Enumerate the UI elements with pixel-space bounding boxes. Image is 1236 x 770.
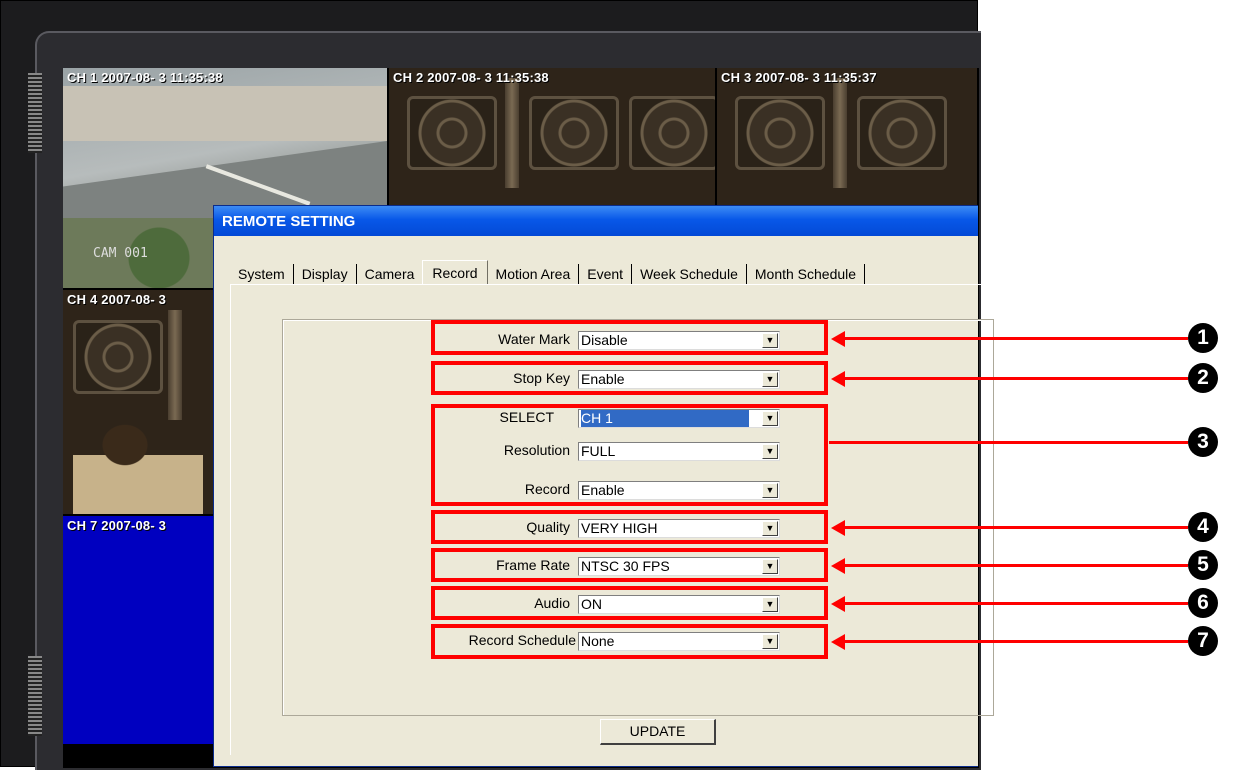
fan-image	[857, 96, 947, 170]
callout-arrow-line-5	[844, 564, 1188, 567]
highlight-box-2	[431, 361, 828, 395]
highlight-box-1	[431, 320, 828, 355]
dialog-title: REMOTE SETTING	[222, 213, 356, 230]
callout-arrow-line-6	[844, 602, 1188, 605]
highlight-box-7	[431, 624, 828, 659]
channel-osd: CH 7 2007-08- 3	[67, 518, 167, 533]
fan-image	[407, 96, 497, 170]
arrow-left-icon	[831, 596, 845, 612]
building-image	[63, 86, 387, 141]
callout-arrow-line-2	[844, 377, 1188, 380]
channel-osd: CH 2 2007-08- 3 11:35:38	[393, 70, 549, 85]
dialog-titlebar[interactable]: REMOTE SETTING	[214, 206, 978, 236]
frame-grip-bottom	[28, 656, 42, 736]
arrow-left-icon	[831, 520, 845, 536]
callout-arrow-line-4	[844, 526, 1188, 529]
camera-tile-ch7[interactable]: CH 7 2007-08- 3	[63, 516, 215, 746]
tab-event[interactable]: Event	[579, 264, 633, 284]
fan-image	[529, 96, 619, 170]
callout-number-5: 5	[1188, 550, 1218, 580]
channel-osd: CH 4 2007-08- 3	[67, 292, 167, 307]
fan-image	[73, 320, 163, 394]
frame-grip-top	[28, 73, 42, 153]
fan-image	[629, 96, 715, 170]
channel-osd: CH 3 2007-08- 3 11:35:37	[721, 70, 877, 85]
pillar-image	[505, 78, 519, 188]
callout-number-6: 6	[1188, 588, 1218, 618]
callout-arrow-line-7	[844, 640, 1188, 643]
tab-month-schedule[interactable]: Month Schedule	[747, 264, 866, 284]
highlight-box-5	[431, 548, 828, 582]
pillar-image	[833, 78, 847, 188]
camera-tile-ch4[interactable]: CH 4 2007-08- 3	[63, 290, 215, 516]
callout-number-2: 2	[1188, 363, 1218, 393]
fan-image	[735, 96, 825, 170]
person-image	[73, 415, 203, 514]
callout-arrow-line-3	[829, 441, 1188, 444]
camera-name: CAM 001	[93, 246, 148, 261]
tab-system[interactable]: System	[230, 264, 294, 284]
camera-tile-ch3[interactable]: CH 3 2007-08- 3 11:35:37	[717, 68, 979, 208]
camera-tile-ch2[interactable]: CH 2 2007-08- 3 11:35:38	[389, 68, 717, 208]
arrow-left-icon	[831, 634, 845, 650]
tab-display[interactable]: Display	[294, 264, 357, 284]
tab-camera[interactable]: Camera	[357, 264, 423, 284]
arrow-left-icon	[831, 371, 845, 387]
callout-number-3: 3	[1188, 427, 1218, 457]
update-button[interactable]: UPDATE	[600, 719, 716, 745]
callout-number-7: 7	[1188, 626, 1218, 656]
channel-osd: CH 1 2007-08- 3 11:35:38	[67, 70, 223, 85]
arrow-left-icon	[831, 558, 845, 574]
tab-week-schedule[interactable]: Week Schedule	[632, 264, 747, 284]
tab-bar: System Display Camera Record Motion Area…	[230, 258, 866, 285]
callout-arrow-line-1	[844, 337, 1188, 340]
callout-number-1: 1	[1188, 323, 1218, 353]
arrow-left-icon	[831, 331, 845, 347]
highlight-box-4	[431, 510, 828, 544]
highlight-box-3	[431, 404, 828, 506]
highlight-box-6	[431, 586, 828, 620]
tab-record[interactable]: Record	[422, 260, 488, 285]
pillar-image	[168, 310, 182, 420]
tab-motion-area[interactable]: Motion Area	[488, 264, 580, 284]
callout-number-4: 4	[1188, 512, 1218, 542]
